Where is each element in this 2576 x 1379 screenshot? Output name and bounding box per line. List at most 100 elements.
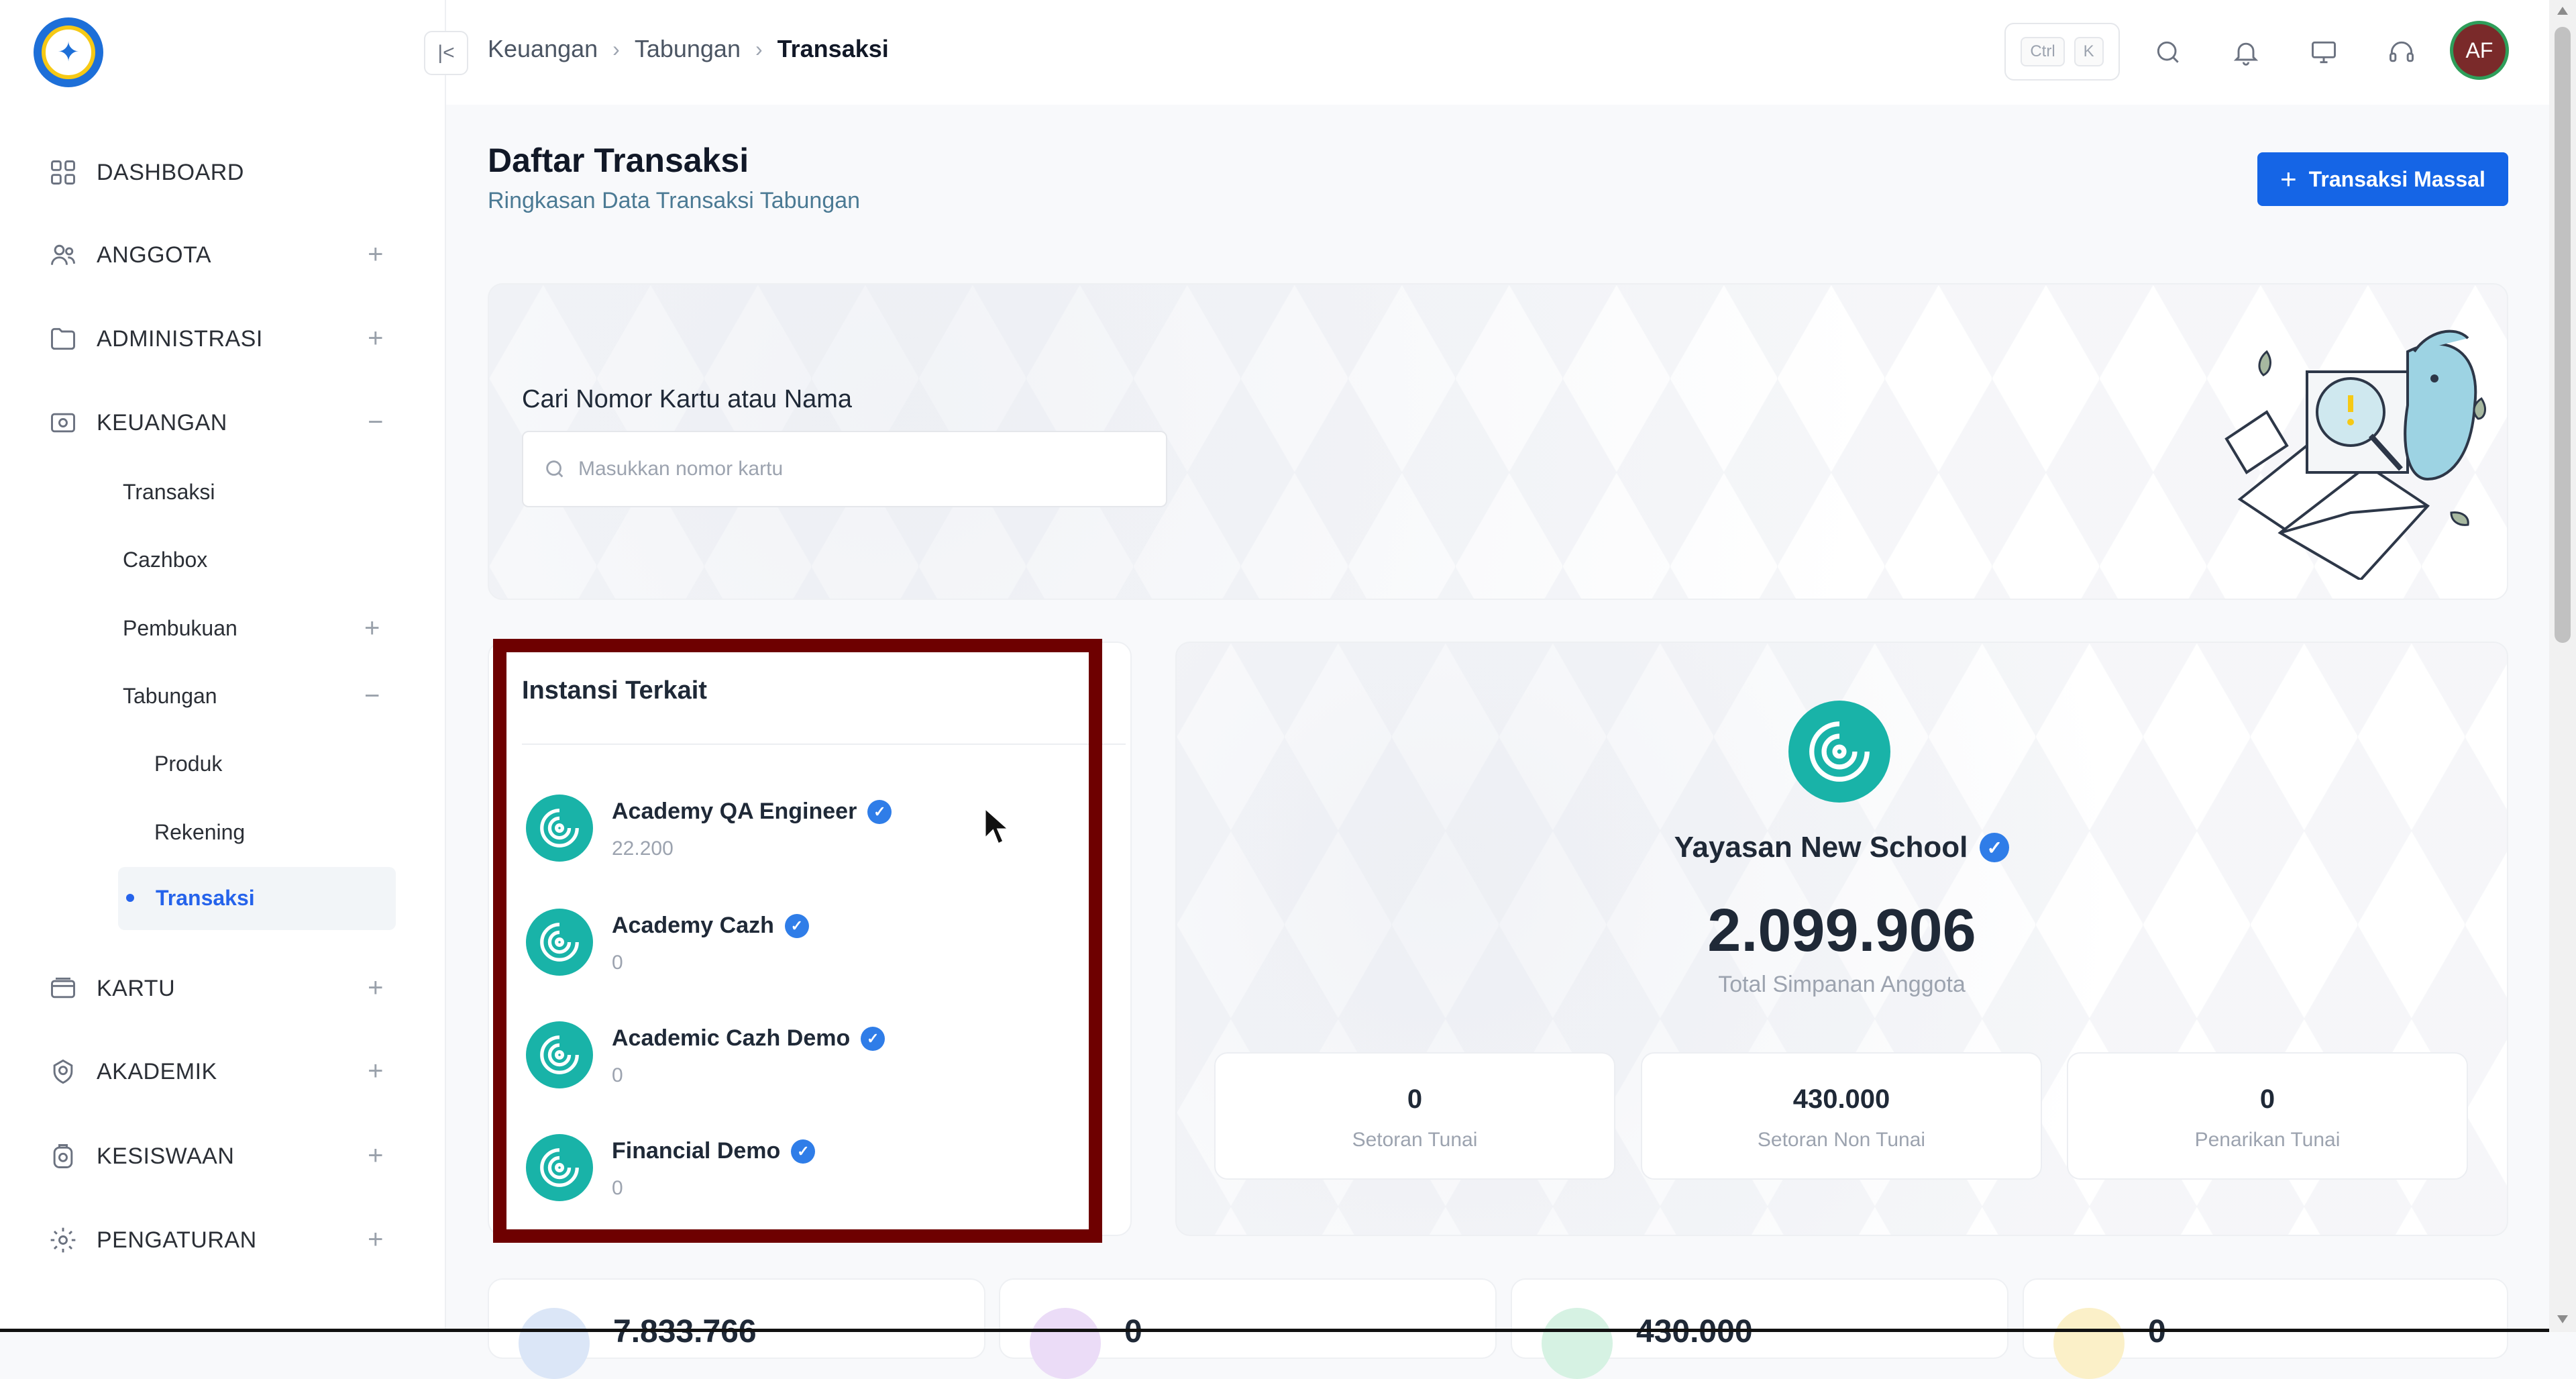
stat-label: Setoran Tunai: [1352, 1129, 1478, 1151]
page-subtitle: Ringkasan Data Transaksi Tabungan: [488, 188, 861, 213]
breadcrumb: Keuangan › Tabungan › Transaksi: [488, 35, 889, 63]
search-icon[interactable]: [2147, 31, 2190, 74]
users-icon: [47, 239, 79, 271]
stat-icon: [1030, 1308, 1101, 1379]
stat-icon: [2053, 1308, 2125, 1379]
logo-emblem-icon: ✦: [42, 25, 95, 79]
search-placeholder: Masukkan nomor kartu: [578, 458, 784, 480]
page-title: Daftar Transaksi: [488, 142, 749, 179]
collapse-left-icon: |<: [437, 42, 455, 64]
scroll-up-icon[interactable]: [2557, 7, 2568, 15]
active-dot: [126, 894, 134, 902]
nav-kartu[interactable]: KARTU +: [47, 965, 389, 1012]
bottom-stat-card: 7.833.766: [488, 1278, 985, 1379]
nav-label: DASHBOARD: [97, 159, 244, 185]
nav-label: ANGGOTA: [97, 242, 211, 268]
scroll-thumb[interactable]: [2555, 27, 2571, 643]
student-icon: [47, 1140, 79, 1172]
breadcrumb-current: Transaksi: [777, 35, 889, 62]
total-savings-label: Total Simpanan Anggota: [1718, 972, 1966, 997]
stat-cash-withdrawal: 0 Penarikan Tunai: [2067, 1052, 2468, 1180]
bulk-transaction-button[interactable]: + Transaksi Massal: [2257, 152, 2508, 206]
bottom-stat-card: 0: [2023, 1278, 2508, 1379]
sidebar: ✦ DASHBOARD ANGGOTA + ADMINISTRASI + KEU…: [0, 0, 446, 1332]
search-icon: [546, 460, 564, 478]
nav-anggota[interactable]: ANGGOTA +: [47, 232, 389, 278]
sub-label: Pembukuan: [123, 615, 237, 640]
card-icon: [47, 972, 79, 1005]
sub-transaksi[interactable]: Transaksi: [123, 472, 215, 512]
badge-icon: [47, 1056, 79, 1088]
bottom-stat-card: 0: [999, 1278, 1497, 1379]
command-shortcut[interactable]: Ctrl K: [2004, 23, 2120, 81]
tut-wuri-logo[interactable]: ✦: [34, 17, 103, 87]
breadcrumb-keuangan[interactable]: Keuangan: [488, 35, 598, 63]
sub-label: Transaksi: [156, 886, 255, 910]
nav-pengaturan[interactable]: PENGATURAN +: [47, 1217, 389, 1264]
chevron-right-icon: ›: [612, 36, 620, 61]
search-input[interactable]: Masukkan nomor kartu: [522, 431, 1167, 507]
headset-icon[interactable]: [2380, 31, 2423, 74]
mouse-cursor-icon: [983, 807, 1010, 846]
search-card: Cari Nomor Kartu atau Nama Masukkan nomo…: [488, 283, 2508, 600]
sub-label: Tabungan: [123, 683, 217, 708]
stat-label: Penarikan Tunai: [2194, 1129, 2341, 1151]
sub-pembukuan[interactable]: Pembukuan +: [123, 608, 380, 648]
stat-value: 430.000: [1792, 1084, 1890, 1114]
expand-icon[interactable]: +: [362, 1142, 389, 1169]
sub-produk[interactable]: Produk: [154, 744, 222, 784]
monitor-icon[interactable]: [2302, 31, 2345, 74]
plus-icon: +: [2280, 163, 2297, 195]
scroll-down-icon[interactable]: [2557, 1315, 2568, 1323]
nav-label: ADMINISTRASI: [97, 325, 263, 352]
summary-card: Yayasan New School ✓ 2.099.906 Total Simp…: [1175, 642, 2508, 1236]
collapse-sidebar-button[interactable]: |<: [424, 31, 468, 75]
nav-dashboard[interactable]: DASHBOARD: [47, 149, 389, 196]
expand-icon[interactable]: +: [362, 241, 389, 268]
sub-label: Produk: [154, 751, 223, 776]
chevron-right-icon: ›: [755, 36, 763, 61]
cazh-logo-icon: [1788, 701, 1890, 803]
collapse-icon[interactable]: −: [362, 409, 389, 436]
bell-icon[interactable]: [2224, 31, 2267, 74]
gear-icon: [47, 1224, 79, 1256]
sub-tabungan[interactable]: Tabungan −: [123, 676, 380, 716]
nav-keuangan[interactable]: KEUANGAN −: [47, 399, 389, 446]
total-savings: 2.099.906: [1707, 897, 1976, 964]
nav-administrasi[interactable]: ADMINISTRASI +: [47, 315, 389, 362]
expand-icon[interactable]: +: [364, 613, 380, 644]
sub-label: Rekening: [154, 819, 246, 844]
highlight-frame: [493, 639, 1102, 1243]
sub-label: Cazhbox: [123, 547, 208, 572]
stat-cash-deposit: 0 Setoran Tunai: [1214, 1052, 1615, 1180]
nav-label: AKADEMIK: [97, 1058, 217, 1084]
grid-icon: [47, 156, 79, 189]
school-name: Yayasan New School ✓: [1177, 831, 2507, 864]
verified-icon: ✓: [1980, 833, 2010, 862]
expand-icon[interactable]: +: [362, 325, 389, 352]
nav-label: KEUANGAN: [97, 409, 227, 436]
sub-rekening[interactable]: Rekening: [154, 812, 245, 852]
stat-icon: [519, 1308, 590, 1379]
kbd-k: K: [2074, 37, 2104, 66]
nav-kesiswaan[interactable]: KESISWAAN +: [47, 1133, 389, 1180]
expand-icon[interactable]: +: [362, 1226, 389, 1253]
stat-value: 0: [2259, 1084, 2275, 1114]
expand-icon[interactable]: +: [362, 1058, 389, 1084]
expand-icon[interactable]: +: [362, 974, 389, 1001]
stat-icon: [1542, 1308, 1613, 1379]
wallet-icon: [47, 407, 79, 439]
breadcrumb-tabungan[interactable]: Tabungan: [635, 35, 741, 63]
sub-transaksi-active[interactable]: Transaksi: [118, 867, 396, 930]
kbd-ctrl: Ctrl: [2021, 37, 2065, 66]
nav-label: PENGATURAN: [97, 1227, 257, 1253]
collapse-icon[interactable]: −: [364, 681, 380, 711]
button-label: Transaksi Massal: [2308, 166, 2485, 191]
sub-label: Transaksi: [123, 479, 215, 504]
school-name-text: Yayasan New School: [1674, 831, 1968, 864]
sub-cazhbox[interactable]: Cazhbox: [123, 540, 207, 580]
nav-akademik[interactable]: AKADEMIK +: [47, 1048, 389, 1095]
stat-noncash-deposit: 430.000 Setoran Non Tunai: [1641, 1052, 2042, 1180]
vertical-scrollbar[interactable]: [2549, 0, 2576, 1332]
avatar[interactable]: AF: [2450, 21, 2509, 80]
